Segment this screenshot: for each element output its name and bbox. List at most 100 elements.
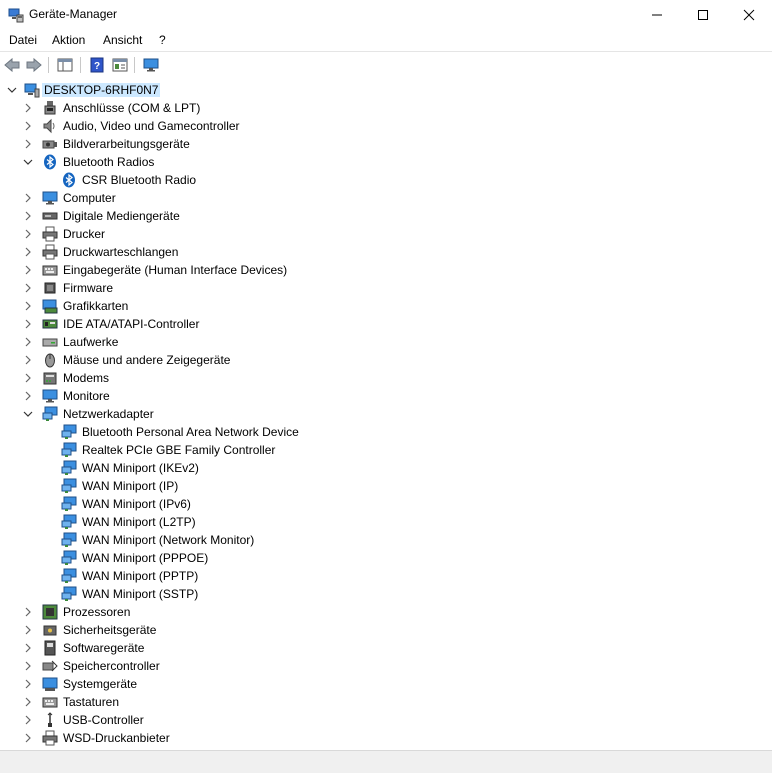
tree-item-label[interactable]: Laufwerke xyxy=(63,335,118,349)
tree-category[interactable]: Bluetooth Radios xyxy=(0,153,772,171)
tree-category[interactable]: IDE ATA/ATAPI-Controller xyxy=(0,315,772,333)
back-button[interactable] xyxy=(2,55,22,75)
show-hide-console-tree-button[interactable] xyxy=(55,55,75,75)
chevron-right-icon[interactable] xyxy=(20,730,36,746)
chevron-down-icon[interactable] xyxy=(4,82,20,98)
chevron-right-icon[interactable] xyxy=(20,244,36,260)
tree-item-label[interactable]: WAN Miniport (PPTP) xyxy=(82,569,198,583)
menu-help[interactable]: ? xyxy=(159,33,166,47)
tree-item-label[interactable]: WAN Miniport (Network Monitor) xyxy=(82,533,254,547)
tree-category[interactable]: Digitale Mediengeräte xyxy=(0,207,772,225)
chevron-right-icon[interactable] xyxy=(20,694,36,710)
chevron-right-icon[interactable] xyxy=(20,100,36,116)
chevron-right-icon[interactable] xyxy=(20,280,36,296)
tree-device[interactable]: WAN Miniport (PPPOE) xyxy=(0,549,772,567)
tree-category[interactable]: Monitore xyxy=(0,387,772,405)
tree-item-label[interactable]: Realtek PCIe GBE Family Controller xyxy=(82,443,275,457)
tree-device[interactable]: WAN Miniport (PPTP) xyxy=(0,567,772,585)
tree-category[interactable]: Laufwerke xyxy=(0,333,772,351)
chevron-right-icon[interactable] xyxy=(20,604,36,620)
chevron-right-icon[interactable] xyxy=(20,190,36,206)
tree-item-label[interactable]: WAN Miniport (SSTP) xyxy=(82,587,198,601)
tree-item-label[interactable]: WAN Miniport (IKEv2) xyxy=(82,461,199,475)
tree-category[interactable]: Audio, Video und Gamecontroller xyxy=(0,117,772,135)
tree-item-label[interactable]: CSR Bluetooth Radio xyxy=(82,173,196,187)
chevron-right-icon[interactable] xyxy=(20,316,36,332)
chevron-right-icon[interactable] xyxy=(20,208,36,224)
tree-category[interactable]: Bildverarbeitungsgeräte xyxy=(0,135,772,153)
scan-hardware-button[interactable] xyxy=(141,55,161,75)
tree-device[interactable]: WAN Miniport (IPv6) xyxy=(0,495,772,513)
tree-category[interactable]: Anschlüsse (COM & LPT) xyxy=(0,99,772,117)
tree-item-label[interactable]: Softwaregeräte xyxy=(63,641,144,655)
tree-category[interactable]: USB-Controller xyxy=(0,711,772,729)
tree-category[interactable]: Sicherheitsgeräte xyxy=(0,621,772,639)
tree-item-label[interactable]: Bluetooth Personal Area Network Device xyxy=(82,425,299,439)
tree-category[interactable]: Tastaturen xyxy=(0,693,772,711)
tree-category[interactable]: WSD-Druckanbieter xyxy=(0,729,772,747)
tree-item-label[interactable]: USB-Controller xyxy=(63,713,144,727)
tree-category[interactable]: Speichercontroller xyxy=(0,657,772,675)
tree-item-label[interactable]: Monitore xyxy=(63,389,110,403)
tree-item-label[interactable]: Modems xyxy=(63,371,109,385)
tree-device[interactable]: WAN Miniport (SSTP) xyxy=(0,585,772,603)
chevron-down-icon[interactable] xyxy=(20,154,36,170)
forward-button[interactable] xyxy=(24,55,44,75)
chevron-down-icon[interactable] xyxy=(20,406,36,422)
tree-item-label[interactable]: Audio, Video und Gamecontroller xyxy=(63,119,240,133)
menu-aktion[interactable]: Aktion xyxy=(52,33,85,47)
tree-item-label[interactable]: Systemgeräte xyxy=(63,677,137,691)
tree-category[interactable]: Softwaregeräte xyxy=(0,639,772,657)
tree-item-label[interactable]: IDE ATA/ATAPI-Controller xyxy=(63,317,199,331)
tree-device[interactable]: WAN Miniport (IP) xyxy=(0,477,772,495)
tree-device[interactable]: CSR Bluetooth Radio xyxy=(0,171,772,189)
tree-item-label[interactable]: Speichercontroller xyxy=(63,659,160,673)
chevron-right-icon[interactable] xyxy=(20,712,36,728)
chevron-right-icon[interactable] xyxy=(20,262,36,278)
tree-item-label[interactable]: Druckwarteschlangen xyxy=(63,245,178,259)
tree-root[interactable]: DESKTOP-6RHF0N7 xyxy=(0,81,772,99)
tree-item-label[interactable]: Digitale Mediengeräte xyxy=(63,209,180,223)
chevron-right-icon[interactable] xyxy=(20,658,36,674)
tree-category[interactable]: Druckwarteschlangen xyxy=(0,243,772,261)
tree-root-label[interactable]: DESKTOP-6RHF0N7 xyxy=(42,83,161,97)
help-button[interactable]: ? xyxy=(87,55,107,75)
tree-category[interactable]: Modems xyxy=(0,369,772,387)
tree-device[interactable]: WAN Miniport (L2TP) xyxy=(0,513,772,531)
tree-item-label[interactable]: WAN Miniport (IPv6) xyxy=(82,497,191,511)
close-button[interactable] xyxy=(726,0,772,30)
tree-category[interactable]: Computer xyxy=(0,189,772,207)
tree-category[interactable]: Prozessoren xyxy=(0,603,772,621)
tree-item-label[interactable]: Prozessoren xyxy=(63,605,130,619)
tree-item-label[interactable]: Computer xyxy=(63,191,116,205)
tree-item-label[interactable]: Bluetooth Radios xyxy=(63,155,154,169)
tree-item-label[interactable]: WAN Miniport (L2TP) xyxy=(82,515,196,529)
chevron-right-icon[interactable] xyxy=(20,370,36,386)
maximize-button[interactable] xyxy=(680,0,726,30)
chevron-right-icon[interactable] xyxy=(20,676,36,692)
chevron-right-icon[interactable] xyxy=(20,298,36,314)
menu-ansicht[interactable]: Ansicht xyxy=(103,33,142,47)
tree-category[interactable]: Firmware xyxy=(0,279,772,297)
tree-item-label[interactable]: Sicherheitsgeräte xyxy=(63,623,156,637)
tree-item-label[interactable]: Firmware xyxy=(63,281,113,295)
tree-item-label[interactable]: Drucker xyxy=(63,227,105,241)
tree-item-label[interactable]: WAN Miniport (IP) xyxy=(82,479,178,493)
tree-item-label[interactable]: Netzwerkadapter xyxy=(63,407,154,421)
tree-item-label[interactable]: WSD-Druckanbieter xyxy=(63,731,170,745)
tree-device[interactable]: WAN Miniport (IKEv2) xyxy=(0,459,772,477)
tree-category[interactable]: Mäuse und andere Zeigegeräte xyxy=(0,351,772,369)
menu-datei[interactable]: Datei xyxy=(9,33,37,47)
tree-item-label[interactable]: Mäuse und andere Zeigegeräte xyxy=(63,353,230,367)
chevron-right-icon[interactable] xyxy=(20,640,36,656)
tree-device[interactable]: WAN Miniport (Network Monitor) xyxy=(0,531,772,549)
tree-device[interactable]: Bluetooth Personal Area Network Device xyxy=(0,423,772,441)
tree-item-label[interactable]: Tastaturen xyxy=(63,695,119,709)
chevron-right-icon[interactable] xyxy=(20,622,36,638)
device-tree[interactable]: DESKTOP-6RHF0N7 Anschlüsse (COM & LPT) Au… xyxy=(0,81,772,749)
tree-item-label[interactable]: WAN Miniport (PPPOE) xyxy=(82,551,208,565)
chevron-right-icon[interactable] xyxy=(20,388,36,404)
tree-item-label[interactable]: Grafikkarten xyxy=(63,299,128,313)
tree-item-label[interactable]: Anschlüsse (COM & LPT) xyxy=(63,101,200,115)
tree-category[interactable]: Grafikkarten xyxy=(0,297,772,315)
